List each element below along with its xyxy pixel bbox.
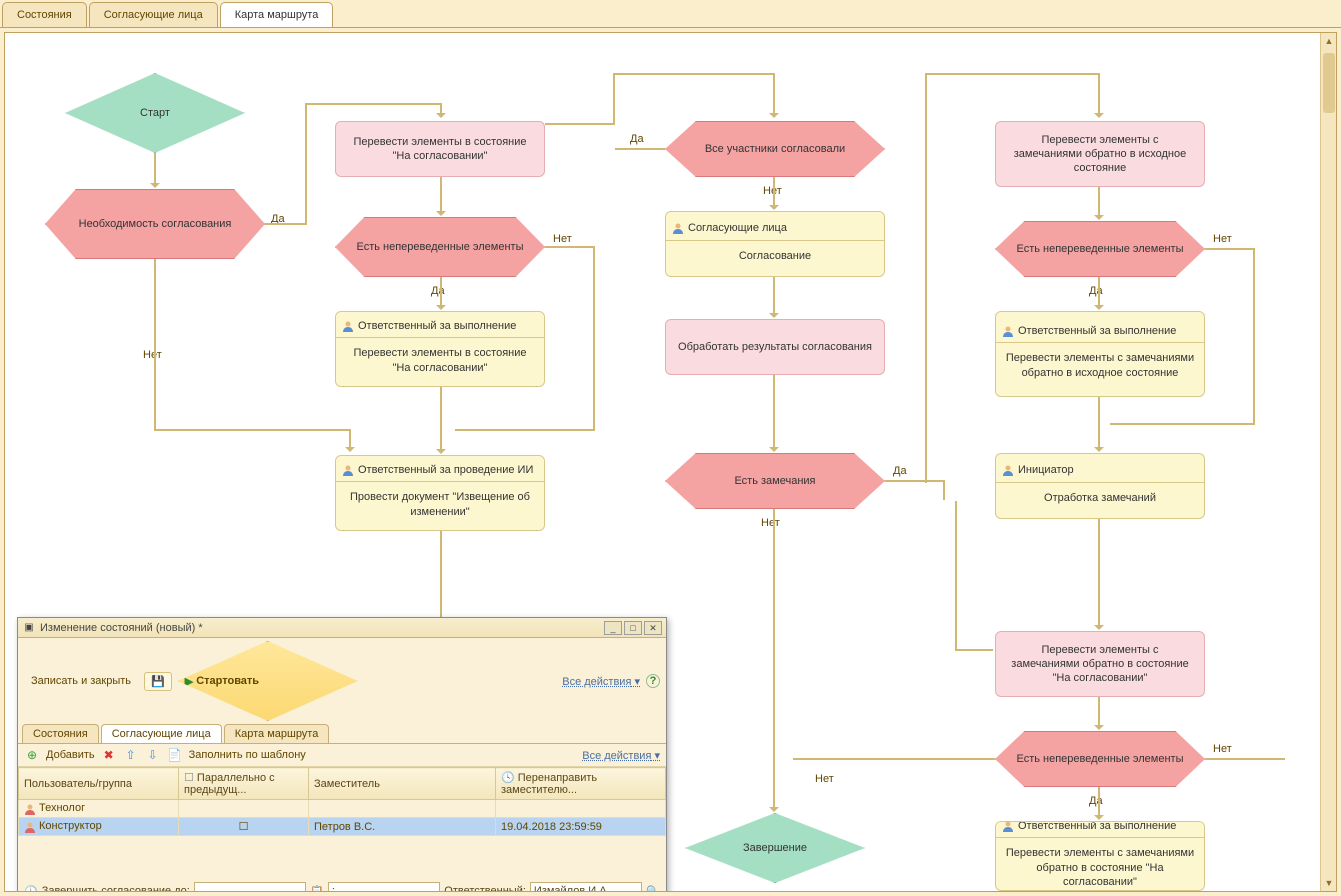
scroll-thumb[interactable] (1323, 53, 1335, 113)
node-start[interactable]: Старт (65, 73, 245, 153)
edge-no: Нет (815, 773, 834, 785)
node-has-remarks[interactable]: Есть замечания (665, 453, 885, 509)
dialog-title: Изменение состояний (новый) * (40, 622, 203, 634)
node-resp-exec[interactable]: Ответственный за выполнение Перевести эл… (335, 311, 545, 387)
main-tabs: Состояния Согласующие лица Карта маршрут… (0, 0, 1341, 28)
move-up-button[interactable]: ⇧ (123, 747, 139, 763)
node-initiator[interactable]: Инициатор Отработка замечаний (995, 453, 1205, 519)
user-icon (672, 222, 684, 234)
user-icon (1002, 464, 1014, 476)
responsible-field[interactable]: Измайлов И.А.… (530, 882, 642, 892)
user-icon (342, 320, 354, 332)
scroll-down-icon[interactable]: ▼ (1321, 875, 1337, 891)
play-icon: ▶ (185, 675, 193, 688)
dialog-tab-route[interactable]: Карта маршрута (224, 724, 330, 743)
window-icon: ▣ (22, 621, 36, 635)
table-row[interactable]: Конструктор ☐Петров В.С.19.04.2018 23:59… (19, 818, 666, 836)
col-user[interactable]: Пользователь/группа (19, 768, 179, 800)
table-row[interactable]: Технолог (19, 800, 666, 818)
edge-yes: Да (893, 465, 907, 477)
maximize-button[interactable]: □ (624, 621, 642, 635)
node-has-untranslated3[interactable]: Есть непереведенные элементы (995, 731, 1205, 787)
vertical-scrollbar[interactable]: ▲ ▼ (1320, 33, 1336, 891)
dialog-window: ▣ Изменение состояний (новый) * _ □ ✕ За… (17, 617, 667, 892)
node-set-state[interactable]: Перевести элементы в состояние "На согла… (335, 121, 545, 177)
node-process-results[interactable]: Обработать результаты согласования (665, 319, 885, 375)
col-parallel[interactable]: ☐ Параллельно с предыдущ... (179, 768, 309, 800)
user-icon (342, 464, 354, 476)
node-need-approval[interactable]: Необходимость согласования (45, 189, 265, 259)
node-end[interactable]: Завершение (685, 813, 865, 883)
finish-time-field[interactable]: : (328, 882, 440, 892)
add-label: Добавить (46, 749, 95, 761)
responsible-label: Ответственный: (444, 885, 526, 892)
edge-yes: Да (1089, 795, 1103, 807)
edge-yes: Да (1089, 285, 1103, 297)
scroll-up-icon[interactable]: ▲ (1321, 33, 1337, 49)
start-button[interactable]: ▶Стартовать (178, 641, 358, 721)
close-button[interactable]: ✕ (644, 621, 662, 635)
edge-no: Нет (143, 349, 162, 361)
user-icon (1002, 821, 1014, 832)
help-icon[interactable]: ? (646, 674, 660, 688)
grid-toolbar: ⊕ Добавить ✖ ⇧ ⇩ 📄 Заполнить по шаблону Вс… (18, 744, 666, 767)
edge-yes: Да (630, 133, 644, 145)
node-resp-ii[interactable]: Ответственный за проведение ИИ Провести … (335, 455, 545, 531)
finish-until-label: Завершить согласование до: (42, 885, 190, 892)
dialog-tab-states[interactable]: Состояния (22, 724, 99, 743)
col-deputy[interactable]: Заместитель (309, 768, 496, 800)
dialog-titlebar[interactable]: ▣ Изменение состояний (новый) * _ □ ✕ (18, 618, 666, 638)
user-icon (1002, 325, 1014, 337)
edge-no: Нет (1213, 743, 1232, 755)
disk-icon: 💾 (151, 675, 165, 688)
user-icon (24, 803, 36, 815)
tab-approvers[interactable]: Согласующие лица (89, 2, 218, 27)
move-down-button[interactable]: ⇩ (145, 747, 161, 763)
edge-no: Нет (553, 233, 572, 245)
edge-yes: Да (431, 285, 445, 297)
node-revert-remarks2[interactable]: Перевести элементы с замечаниями обратно… (995, 631, 1205, 697)
node-resp-exec3[interactable]: Ответственный за выполнение Перевести эл… (995, 821, 1205, 891)
node-resp-exec2[interactable]: Ответственный за выполнение Перевести эл… (995, 311, 1205, 397)
dialog-toolbar: Записать и закрыть 💾 ▶Стартовать Все дей… (18, 638, 666, 724)
checkbox-unchecked-icon[interactable]: ☐ (239, 821, 249, 833)
edge-no: Нет (761, 517, 780, 529)
add-button[interactable]: ⊕ (24, 747, 40, 763)
grid-all-actions-link[interactable]: Все действия ▾ (582, 749, 660, 762)
user-icon (24, 821, 36, 833)
node-approvers[interactable]: Согласующие лица Согласование (665, 211, 885, 277)
delete-button[interactable]: ✖ (101, 747, 117, 763)
fill-template-button[interactable]: 📄 (167, 747, 183, 763)
node-all-approved[interactable]: Все участники согласовали (665, 121, 885, 177)
tab-route-map[interactable]: Карта маршрута (220, 2, 334, 27)
node-has-untranslated[interactable]: Есть непереведенные элементы (335, 217, 545, 277)
col-redirect[interactable]: 🕓 Перенаправить заместителю... (496, 768, 666, 800)
flowchart-canvas[interactable]: Старт Необходимость согласования Да Нет … (4, 32, 1337, 892)
fill-template-label: Заполнить по шаблону (189, 749, 306, 761)
save-button[interactable]: 💾 (144, 672, 172, 691)
approvers-grid[interactable]: Пользователь/группа ☐ Параллельно с пред… (18, 767, 666, 836)
minimize-button[interactable]: _ (604, 621, 622, 635)
all-actions-link[interactable]: Все действия ▾ (562, 675, 640, 688)
save-close-button[interactable]: Записать и закрыть (24, 672, 138, 690)
node-has-untranslated2[interactable]: Есть непереведенные элементы (995, 221, 1205, 277)
dialog-tab-approvers[interactable]: Согласующие лица (101, 724, 222, 743)
dialog-tabs: Состояния Согласующие лица Карта маршрут… (18, 724, 666, 744)
finish-date-field[interactable]: … (194, 882, 306, 892)
edge-no: Нет (1213, 233, 1232, 245)
node-revert-remarks[interactable]: Перевести элементы с замечаниями обратно… (995, 121, 1205, 187)
tab-states[interactable]: Состояния (2, 2, 87, 27)
